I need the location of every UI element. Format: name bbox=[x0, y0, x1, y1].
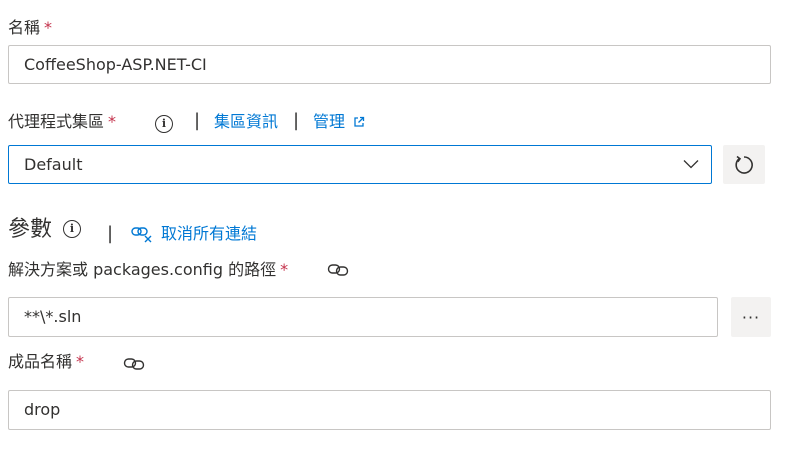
required-mark: * bbox=[44, 18, 53, 37]
browse-button[interactable]: ··· bbox=[731, 297, 771, 337]
info-icon[interactable]: i bbox=[155, 115, 173, 133]
name-input-value: CoffeeShop-ASP.NET-CI bbox=[24, 54, 207, 74]
separator: | bbox=[107, 223, 114, 244]
link-icon[interactable] bbox=[327, 263, 349, 277]
required-mark: * bbox=[280, 260, 289, 279]
unlink-all-label: 取消所有連結 bbox=[161, 224, 258, 243]
parameters-title: 參數 bbox=[8, 217, 53, 242]
agent-pool-label: 代理程式集區 * bbox=[8, 112, 116, 132]
solution-path-label: 解決方案或 packages.config 的路徑 * bbox=[8, 260, 288, 280]
separator: | bbox=[194, 110, 201, 131]
artifact-name-label-text: 成品名稱 bbox=[8, 352, 73, 371]
link-icon[interactable] bbox=[123, 357, 145, 371]
chevron-down-icon bbox=[683, 159, 699, 169]
agent-pool-selected-value: Default bbox=[24, 154, 83, 174]
refresh-button[interactable] bbox=[723, 145, 765, 184]
unlink-icon bbox=[131, 225, 153, 243]
manage-link[interactable]: 管理 bbox=[313, 112, 365, 132]
name-label-text: 名稱 bbox=[8, 18, 41, 37]
separator: | bbox=[293, 110, 300, 131]
artifact-name-value: drop bbox=[24, 400, 61, 419]
agent-pool-label-text: 代理程式集區 bbox=[8, 112, 105, 131]
external-link-icon bbox=[353, 116, 365, 128]
more-icon: ··· bbox=[741, 307, 761, 327]
artifact-name-label: 成品名稱 * bbox=[8, 352, 84, 372]
agent-pool-select[interactable]: Default bbox=[8, 145, 712, 184]
pool-info-link[interactable]: 集區資訊 bbox=[214, 112, 278, 132]
name-input[interactable]: CoffeeShop-ASP.NET-CI bbox=[8, 45, 771, 84]
name-label: 名稱 * bbox=[8, 18, 52, 38]
solution-path-label-text: 解決方案或 packages.config 的路徑 bbox=[8, 260, 277, 279]
required-mark: * bbox=[108, 112, 117, 131]
solution-path-value: **\*.sln bbox=[24, 307, 82, 326]
refresh-icon bbox=[733, 154, 755, 176]
unlink-all-button[interactable]: 取消所有連結 bbox=[131, 224, 257, 244]
info-icon[interactable]: i bbox=[63, 220, 81, 238]
solution-path-input[interactable]: **\*.sln bbox=[8, 297, 718, 337]
required-mark: * bbox=[76, 352, 85, 371]
manage-link-label: 管理 bbox=[313, 112, 346, 131]
artifact-name-input[interactable]: drop bbox=[8, 390, 771, 430]
